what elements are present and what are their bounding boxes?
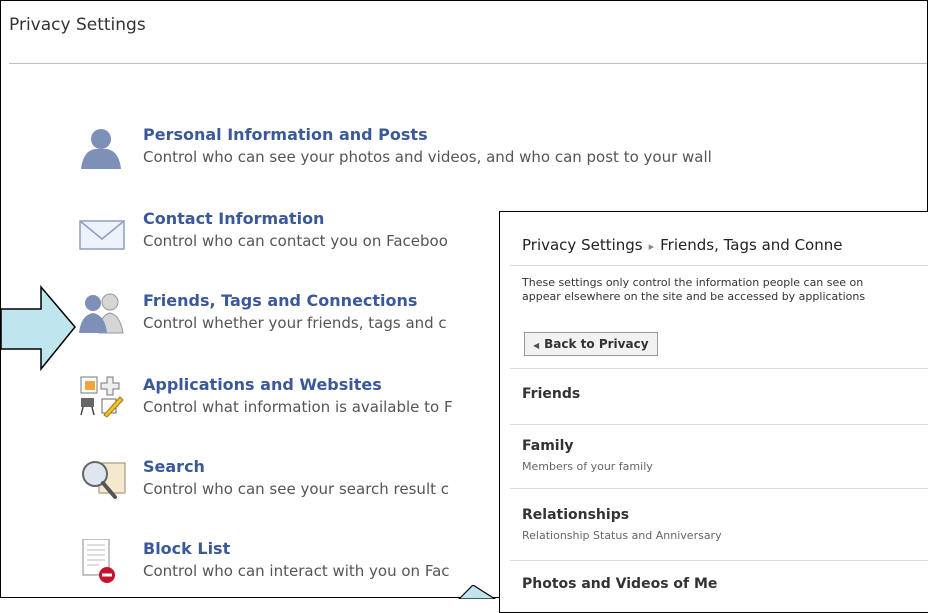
breadcrumb-current: Friends, Tags and Conne bbox=[660, 236, 843, 254]
item-description: Control who can interact with you on Fac bbox=[143, 562, 450, 580]
breadcrumb: Privacy Settings ▸ Friends, Tags and Conne bbox=[522, 236, 842, 254]
notice-line: appear elsewhere on the site and be acce… bbox=[522, 290, 866, 303]
back-arrow-icon: ◀ bbox=[533, 341, 540, 350]
setting-row-photos-videos[interactable]: Photos and Videos of Me bbox=[522, 576, 717, 592]
search-magnifier-icon bbox=[82, 461, 126, 499]
callout-arrow-bottom bbox=[458, 585, 497, 599]
item-description: Control who can see your search result c bbox=[143, 480, 450, 498]
privacy-settings-window: Privacy Settings Personal Information an… bbox=[0, 0, 928, 613]
block-list-icon bbox=[82, 539, 115, 583]
setting-row-family[interactable]: Family bbox=[522, 438, 574, 454]
item-label[interactable]: Block List bbox=[143, 539, 230, 558]
notice-line: These settings only control the informat… bbox=[522, 276, 864, 289]
item-description: Control what information is available to… bbox=[143, 398, 453, 416]
item-description: Control who can see your photos and vide… bbox=[143, 148, 712, 166]
item-label[interactable]: Friends, Tags and Connections bbox=[143, 291, 417, 310]
item-label[interactable]: Personal Information and Posts bbox=[143, 125, 428, 144]
settings-notice: These settings only control the informat… bbox=[522, 276, 928, 304]
friends-tags-settings-panel: Privacy Settings ▸ Friends, Tags and Conne… bbox=[499, 211, 928, 613]
back-button-label: Back to Privacy bbox=[544, 337, 649, 351]
envelope-icon bbox=[79, 220, 125, 250]
page-title: Privacy Settings bbox=[9, 15, 146, 35]
callout-arrow bbox=[1, 285, 76, 371]
setting-row-relationships[interactable]: Relationships bbox=[522, 507, 629, 523]
row-divider bbox=[510, 560, 928, 561]
item-label[interactable]: Contact Information bbox=[143, 209, 324, 228]
setting-row-friends[interactable]: Friends bbox=[522, 386, 580, 402]
back-to-privacy-button[interactable]: ◀ Back to Privacy bbox=[524, 332, 658, 356]
setting-row-subtitle: Members of your family bbox=[522, 460, 653, 473]
item-description: Control who can contact you on Faceboo bbox=[143, 232, 448, 250]
row-divider bbox=[510, 368, 928, 369]
applications-icon bbox=[80, 376, 124, 418]
breadcrumb-root[interactable]: Privacy Settings bbox=[522, 236, 643, 254]
row-divider bbox=[510, 424, 928, 425]
row-divider bbox=[510, 488, 928, 489]
setting-row-subtitle: Relationship Status and Anniversary bbox=[522, 529, 722, 542]
item-label[interactable]: Search bbox=[143, 457, 205, 476]
person-icon bbox=[81, 129, 121, 169]
item-description: Control whether your friends, tags and c bbox=[143, 314, 447, 332]
title-divider bbox=[9, 63, 927, 64]
breadcrumb-separator-icon: ▸ bbox=[648, 240, 655, 253]
breadcrumb-divider bbox=[510, 265, 928, 266]
item-label[interactable]: Applications and Websites bbox=[143, 375, 382, 394]
